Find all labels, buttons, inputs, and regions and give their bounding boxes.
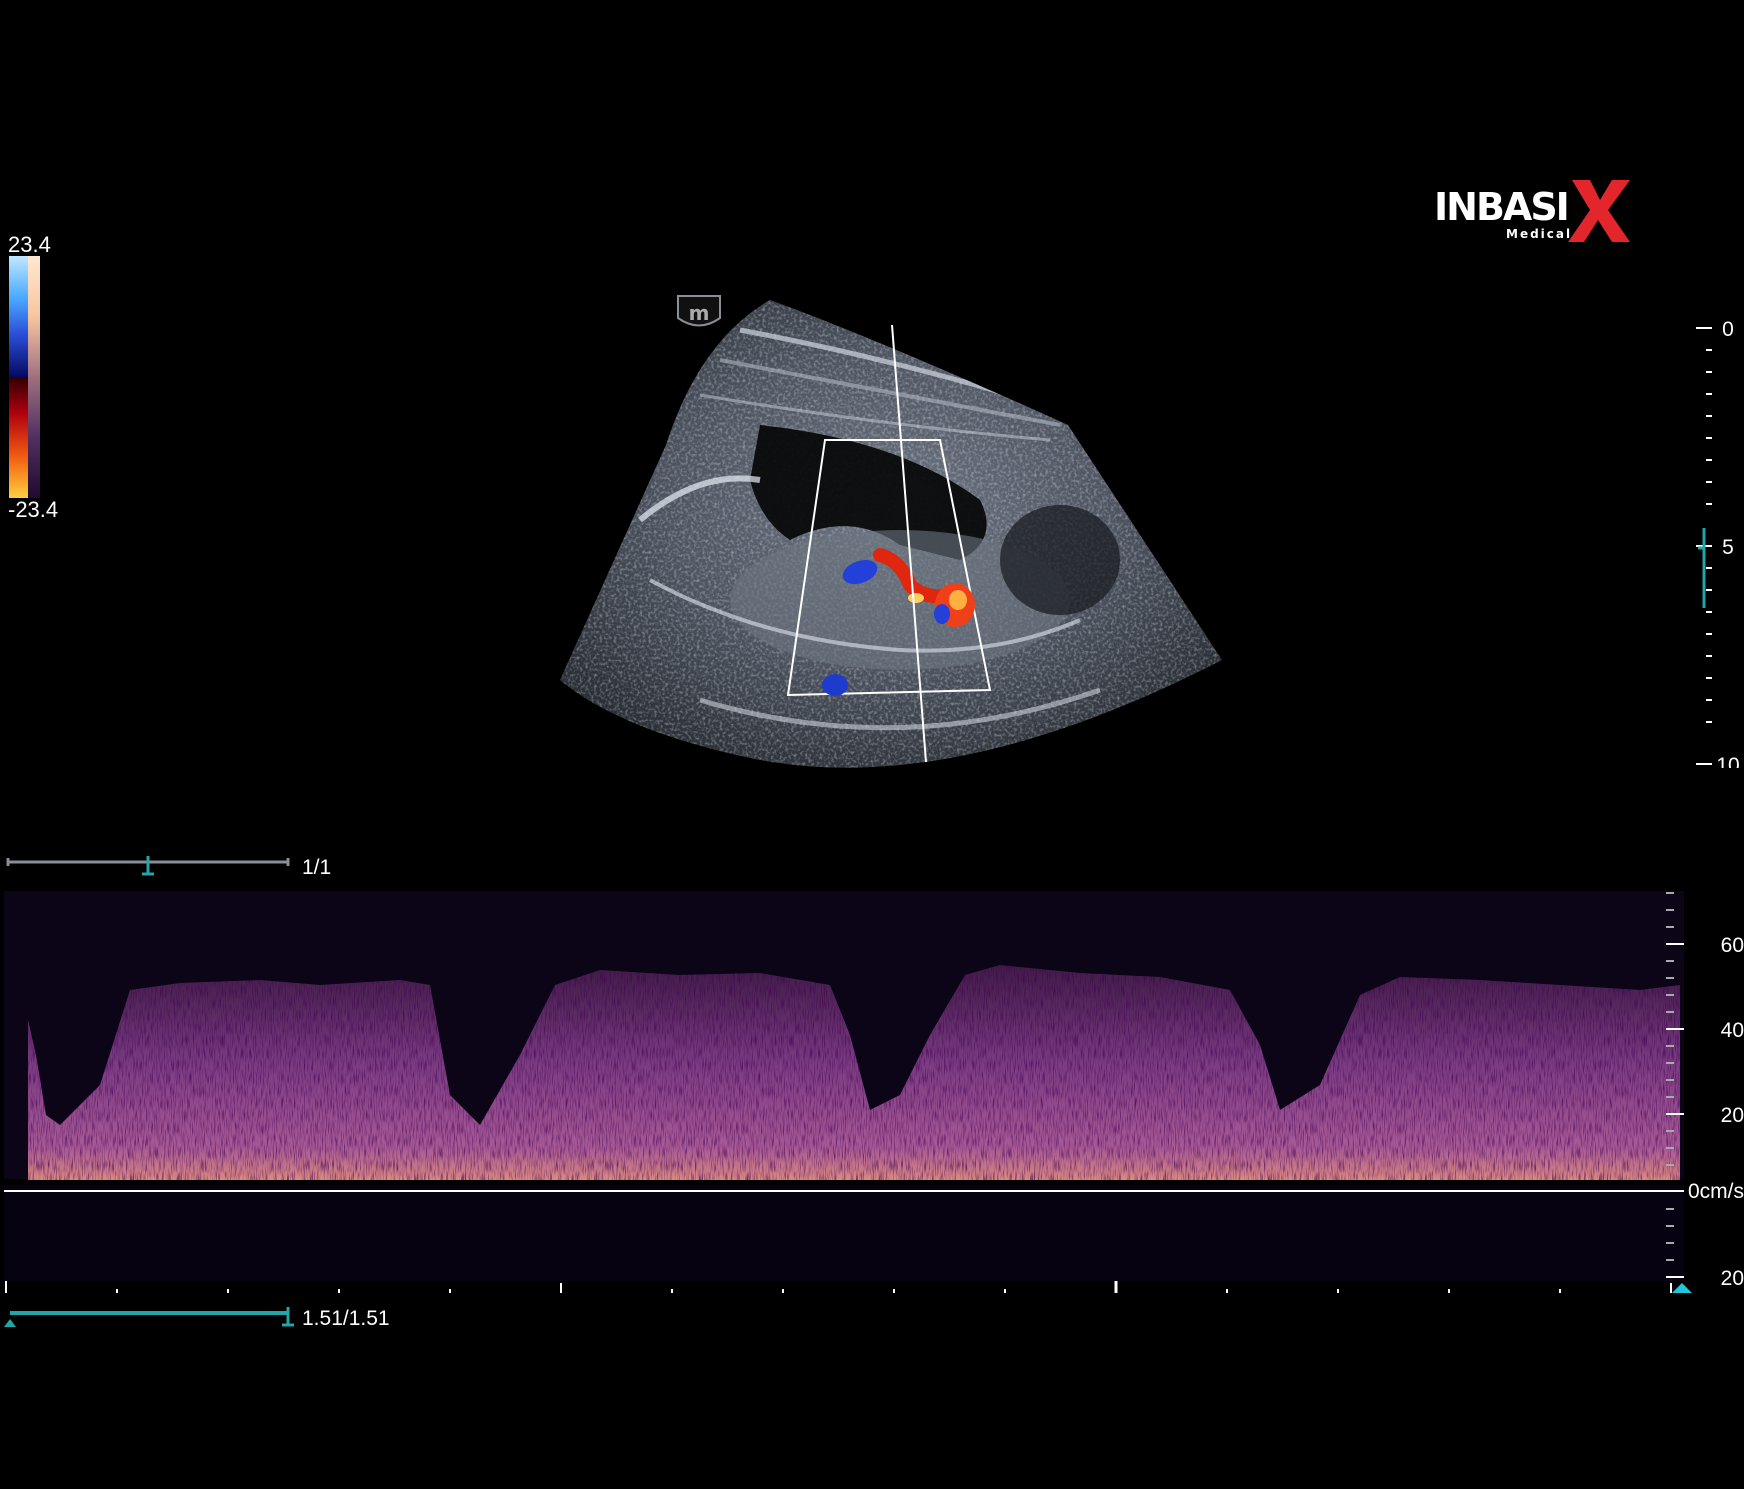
depth-label-5: 5 bbox=[1722, 536, 1734, 559]
cine-scrollbar[interactable] bbox=[4, 1303, 304, 1333]
velocity-label-40: 40 bbox=[1721, 1019, 1744, 1042]
brand-logo-sub: Medical bbox=[1506, 227, 1572, 241]
brand-logo-main: INBASI bbox=[1434, 185, 1568, 229]
color-scale-min-label: -23.4 bbox=[8, 497, 59, 522]
brand-logo-x bbox=[1568, 180, 1630, 242]
cine-frame-label: 1.51/1.51 bbox=[302, 1307, 390, 1330]
ultrasound-sector-image: m bbox=[560, 295, 1222, 768]
velocity-label-20: 20 bbox=[1721, 1104, 1744, 1127]
sector-fan bbox=[560, 300, 1222, 768]
color-flow bbox=[822, 548, 975, 696]
brand-logo: INBASI Medical bbox=[1432, 180, 1632, 244]
color-scale-edge bbox=[28, 256, 40, 498]
trace-scrollbar-thumb[interactable] bbox=[142, 856, 154, 876]
time-axis-ticks bbox=[5, 1281, 1672, 1293]
velocity-label-neg20: 20 bbox=[1721, 1267, 1744, 1290]
color-scale-max-label: 23.4 bbox=[8, 232, 51, 257]
color-velocity-scale bbox=[9, 256, 40, 498]
cine-start-marker bbox=[4, 1319, 16, 1327]
trace-scrollbar[interactable] bbox=[6, 856, 290, 878]
velocity-scale-ticks bbox=[1666, 892, 1684, 1278]
svg-text:m: m bbox=[689, 301, 710, 325]
velocity-scale: 60 40 20 0cm/s 20 bbox=[1666, 892, 1744, 1293]
depth-label-10: 10 bbox=[1716, 754, 1739, 768]
depth-scale: 0 5 10 bbox=[1696, 318, 1740, 768]
depth-label-0: 0 bbox=[1722, 318, 1734, 341]
cine-end-marker[interactable] bbox=[282, 1307, 294, 1327]
baseline-marker[interactable] bbox=[1672, 1283, 1692, 1293]
velocity-label-60: 60 bbox=[1721, 934, 1744, 957]
color-roi-box bbox=[786, 439, 992, 697]
m-orientation-marker-icon: m bbox=[677, 295, 721, 327]
color-scale-positive bbox=[9, 256, 28, 377]
trace-nav-label: 1/1 bbox=[302, 856, 332, 879]
velocity-label-0: 0cm/s bbox=[1688, 1180, 1744, 1203]
doppler-cursor-line bbox=[891, 324, 927, 763]
spectral-doppler-trace bbox=[4, 891, 1684, 1293]
color-scale-negative bbox=[9, 377, 28, 498]
